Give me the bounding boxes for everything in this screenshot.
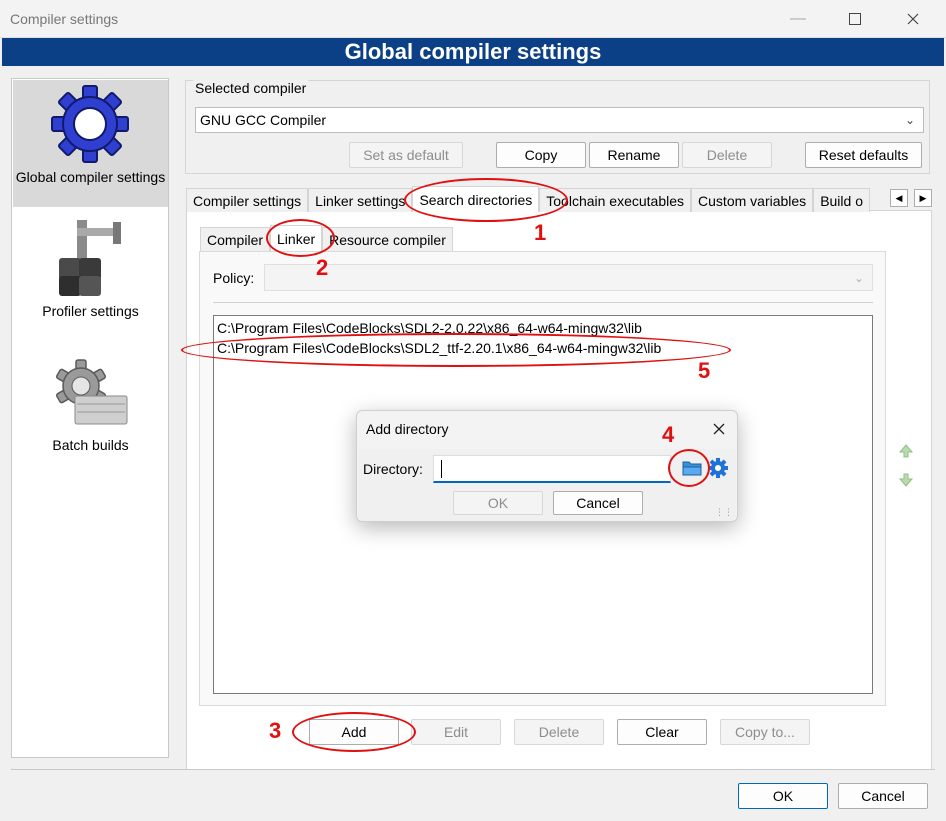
arrow-down-icon [898, 473, 914, 487]
add-directory-dialog: Add directory Directory: OK Cancel ⋮⋮ [356, 410, 738, 522]
batch-gear-icon [55, 359, 128, 425]
clear-directories-button[interactable]: Clear [617, 719, 707, 745]
annotation-number-2: 2 [316, 255, 329, 280]
add-directory-button[interactable]: Add [309, 719, 399, 745]
ok-button[interactable]: OK [738, 783, 828, 809]
arrow-up-icon [898, 444, 914, 458]
cancel-button[interactable]: Cancel [838, 783, 928, 809]
main-tabs: Compiler settings Linker settings Search… [186, 186, 871, 212]
reset-defaults-button[interactable]: Reset defaults [805, 142, 922, 168]
list-item[interactable]: C:\Program Files\CodeBlocks\SDL2-2.0.22\… [217, 320, 642, 336]
list-item[interactable]: C:\Program Files\CodeBlocks\SDL2_ttf-2.2… [217, 340, 661, 356]
copy-to-button[interactable]: Copy to... [720, 719, 810, 745]
tab-scroll-right-button[interactable]: ▶ [914, 189, 932, 207]
sidebar: Global compiler settings Profiler settin… [11, 78, 169, 758]
annotation-number-5: 5 [698, 358, 711, 383]
sidebar-item-label: Global compiler settings [15, 169, 166, 185]
gear-icon [708, 458, 728, 478]
annotation-number-3: 3 [269, 718, 282, 743]
sub-tabs: Compiler Linker Resource compiler [200, 225, 453, 251]
triangle-right-icon: ▶ [919, 192, 927, 203]
tab-compiler-settings[interactable]: Compiler settings [186, 188, 309, 212]
move-up-button[interactable] [895, 440, 917, 462]
policy-label: Policy: [213, 270, 255, 286]
macro-settings-button[interactable] [706, 456, 730, 480]
tab-toolchain-executables[interactable]: Toolchain executables [539, 188, 692, 212]
window-title: Compiler settings [10, 11, 119, 27]
compiler-select[interactable]: GNU GCC Compiler ⌄ [195, 107, 924, 133]
close-icon [907, 13, 919, 25]
maximize-button[interactable] [835, 4, 875, 34]
selected-compiler-label: Selected compiler [193, 80, 309, 96]
edit-directory-button[interactable]: Edit [411, 719, 501, 745]
tab-search-directories[interactable]: Search directories [412, 186, 540, 212]
minimize-button[interactable]: — [778, 4, 818, 34]
subtab-compiler[interactable]: Compiler [200, 227, 271, 251]
chevron-down-icon: ⌄ [904, 113, 915, 127]
dialog-body: Directory: OK Cancel ⋮⋮ [358, 449, 736, 521]
gear-icon [51, 85, 129, 163]
close-icon [713, 423, 725, 435]
browse-folder-button[interactable] [680, 456, 704, 480]
policy-select[interactable]: ⌄ [264, 264, 873, 291]
copy-compiler-button[interactable]: Copy [496, 142, 586, 168]
triangle-left-icon: ◀ [895, 192, 903, 203]
dialog-cancel-button[interactable]: Cancel [553, 491, 643, 515]
tab-custom-variables[interactable]: Custom variables [691, 188, 814, 212]
rename-compiler-button[interactable]: Rename [589, 142, 679, 168]
directory-input[interactable] [433, 455, 671, 483]
dialog-close-button[interactable] [707, 417, 731, 441]
maximize-icon [849, 13, 861, 25]
tab-linker-settings[interactable]: Linker settings [308, 188, 413, 212]
resize-grip-icon[interactable]: ⋮⋮ [715, 507, 733, 518]
set-as-default-button[interactable]: Set as default [349, 142, 463, 168]
close-button[interactable] [893, 4, 933, 34]
divider [213, 302, 873, 303]
directory-label: Directory: [363, 461, 423, 477]
compiler-select-value: GNU GCC Compiler [200, 112, 327, 128]
tab-scroll-left-button[interactable]: ◀ [890, 189, 908, 207]
chevron-down-icon: ⌄ [853, 270, 864, 285]
footer-divider [11, 769, 935, 770]
dialog-title: Add directory [366, 421, 449, 437]
text-caret [441, 460, 442, 478]
dialog-ok-button[interactable]: OK [453, 491, 543, 515]
tab-build-options[interactable]: Build o [813, 188, 871, 212]
subtab-resource-compiler[interactable]: Resource compiler [322, 227, 453, 251]
annotation-number-1: 1 [534, 220, 547, 245]
title-bar: Compiler settings — [0, 0, 946, 38]
sidebar-item-label: Batch builds [52, 437, 129, 453]
sidebar-item-global-compiler[interactable]: Global compiler settings [13, 80, 168, 207]
sidebar-item-batch-builds[interactable]: Batch builds [13, 354, 168, 454]
sidebar-item-label: Profiler settings [42, 303, 139, 319]
delete-directory-button[interactable]: Delete [514, 719, 604, 745]
annotation-number-4: 4 [662, 422, 675, 447]
minimize-icon: — [790, 10, 806, 27]
sidebar-item-profiler[interactable]: Profiler settings [13, 214, 168, 324]
subtab-linker[interactable]: Linker [270, 225, 323, 251]
move-down-button[interactable] [895, 469, 917, 491]
folder-icon [682, 461, 702, 476]
page-banner: Global compiler settings [2, 38, 944, 66]
caliper-icon [59, 220, 121, 296]
delete-compiler-button[interactable]: Delete [682, 142, 772, 168]
